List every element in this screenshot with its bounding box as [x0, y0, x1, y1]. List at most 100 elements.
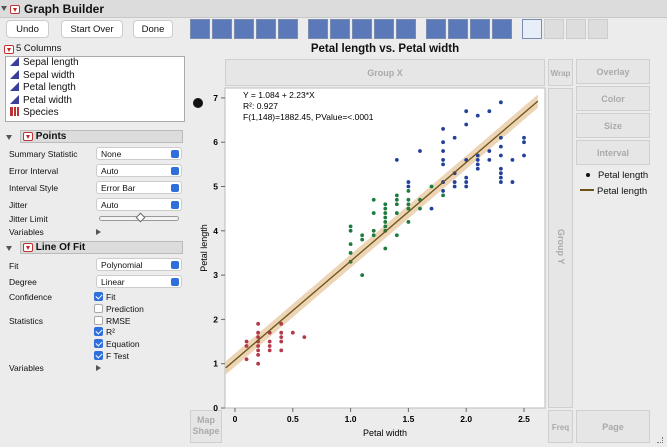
histogram-tool-icon[interactable] [396, 19, 416, 39]
red-triangle-menu-icon[interactable] [23, 242, 33, 252]
virginica-point [498, 171, 503, 176]
x-tick-label: 0.5 [287, 414, 299, 424]
setosa-point [244, 339, 249, 344]
formula-tool-icon[interactable] [544, 19, 564, 39]
versicolor-point [383, 220, 388, 224]
setosa-point [279, 330, 284, 335]
y-tick-label: 7 [213, 93, 218, 103]
red-triangle-menu-icon[interactable] [10, 5, 20, 15]
page-drop-zone[interactable]: Page [576, 410, 650, 443]
line-of-fit-section-header[interactable]: Line Of Fit [20, 241, 183, 254]
points-tool-icon[interactable] [190, 19, 210, 39]
rmse-checkbox[interactable] [94, 316, 103, 325]
virginica-point [498, 144, 503, 149]
x-axis-label[interactable]: Petal width [363, 428, 407, 438]
summary-statistic-select[interactable]: None [96, 147, 182, 160]
setosa-point [244, 357, 249, 362]
column-item[interactable]: Sepal width [6, 69, 184, 83]
box-plot-tool-icon[interactable] [374, 19, 394, 39]
versicolor-point [371, 228, 376, 233]
disclosure-icon[interactable] [1, 6, 7, 11]
contour-tool-icon[interactable] [278, 19, 298, 39]
setosa-point [279, 335, 284, 340]
virginica-point [452, 184, 457, 189]
bar-tool-icon[interactable] [330, 19, 350, 39]
legend-points[interactable]: Petal length [580, 170, 648, 181]
pie-tool-icon[interactable] [448, 19, 468, 39]
checkbox-label: Equation [106, 339, 140, 349]
select-value: Linear [101, 277, 125, 287]
virginica-point [452, 180, 457, 184]
versicolor-point [429, 184, 434, 189]
undo-button[interactable]: Undo [6, 20, 49, 38]
versicolor-point [394, 197, 399, 202]
fit-checkbox[interactable] [94, 292, 103, 301]
overlay-drop-zone[interactable]: Overlay [576, 59, 650, 84]
line-tool-icon[interactable] [308, 19, 328, 39]
area-tool-icon[interactable] [352, 19, 372, 39]
column-label: Petal width [23, 94, 72, 106]
equation-checkbox[interactable] [94, 339, 103, 348]
error-interval-label: Error Interval [9, 166, 59, 176]
ellipse-tool-icon[interactable] [256, 19, 276, 39]
color-drop-zone[interactable]: Color [576, 86, 650, 111]
red-triangle-menu-icon[interactable] [23, 131, 33, 141]
legend-label: Petal length [597, 186, 648, 197]
versicolor-point [406, 220, 411, 224]
statistics-label: Statistics [9, 316, 44, 326]
x-tick-label: 0 [233, 414, 238, 424]
interval-style-select[interactable]: Error Bar [96, 181, 182, 194]
wrap-drop-zone[interactable]: Wrap [548, 59, 573, 86]
versicolor-point [360, 233, 365, 238]
stepper-icon [171, 150, 179, 158]
error-interval-select[interactable]: Auto [96, 164, 182, 177]
start-over-button[interactable]: Start Over [61, 20, 123, 38]
virginica-point [464, 175, 469, 180]
setosa-point [256, 348, 261, 353]
expand-arrow-icon[interactable] [96, 229, 101, 235]
map-shapes-tool-icon[interactable] [566, 19, 586, 39]
fit-label: Fit [9, 261, 19, 271]
column-item[interactable]: Species [6, 107, 184, 120]
group-y-drop-zone[interactable]: Group Y [548, 88, 573, 408]
points-section-header[interactable]: Points [20, 130, 183, 143]
line-of-fit-disclosure-icon[interactable] [6, 246, 12, 251]
column-item[interactable]: Petal length [6, 82, 184, 95]
ftest-checkbox[interactable] [94, 351, 103, 360]
expand-arrow-icon[interactable] [96, 365, 101, 371]
done-button[interactable]: Done [133, 20, 173, 38]
legend-line[interactable]: Petal length [580, 186, 647, 197]
heatmap-tool-icon[interactable] [426, 19, 446, 39]
column-item[interactable]: Petal width [6, 94, 184, 108]
jitter-select[interactable]: Auto [96, 198, 182, 211]
select-value: None [101, 149, 122, 159]
stepper-icon [171, 278, 179, 286]
group-x-drop-zone[interactable]: Group X [225, 59, 545, 86]
virginica-point [475, 113, 480, 118]
degree-select[interactable]: Linear [96, 275, 182, 288]
scatter-plot[interactable]: 0 1 2 3 4 5 6 7 0 0.5 1.0 1.5 2.0 2.5 Y = 1.084 + 2.2… [185, 86, 550, 446]
size-drop-zone[interactable]: Size [576, 113, 650, 138]
r2-checkbox[interactable] [94, 327, 103, 336]
prediction-checkbox[interactable] [94, 304, 103, 313]
virginica-point [464, 180, 469, 184]
mosaic-tool-icon[interactable] [492, 19, 512, 39]
interval-drop-zone[interactable]: Interval [576, 140, 650, 165]
line-of-fit-tool-icon[interactable] [234, 19, 254, 39]
resize-grip[interactable] [657, 437, 663, 443]
column-item[interactable]: Sepal length [6, 57, 184, 70]
virginica-point [429, 206, 434, 211]
freq-drop-zone[interactable]: Freq [548, 410, 573, 443]
columns-menu-icon[interactable] [4, 45, 14, 55]
treemap-tool-icon[interactable] [470, 19, 490, 39]
setosa-point [256, 344, 261, 348]
smoother-tool-icon[interactable] [212, 19, 232, 39]
y-tick-label: 6 [213, 137, 218, 147]
versicolor-point [441, 193, 445, 198]
y-axis-label[interactable]: Petal length [199, 224, 209, 272]
parallel-tool-icon[interactable] [588, 19, 608, 39]
points-disclosure-icon[interactable] [6, 135, 12, 140]
fit-select[interactable]: Polynomial [96, 258, 182, 271]
section-title: Line Of Fit [35, 242, 86, 253]
caption-box-tool-icon[interactable] [522, 19, 542, 39]
